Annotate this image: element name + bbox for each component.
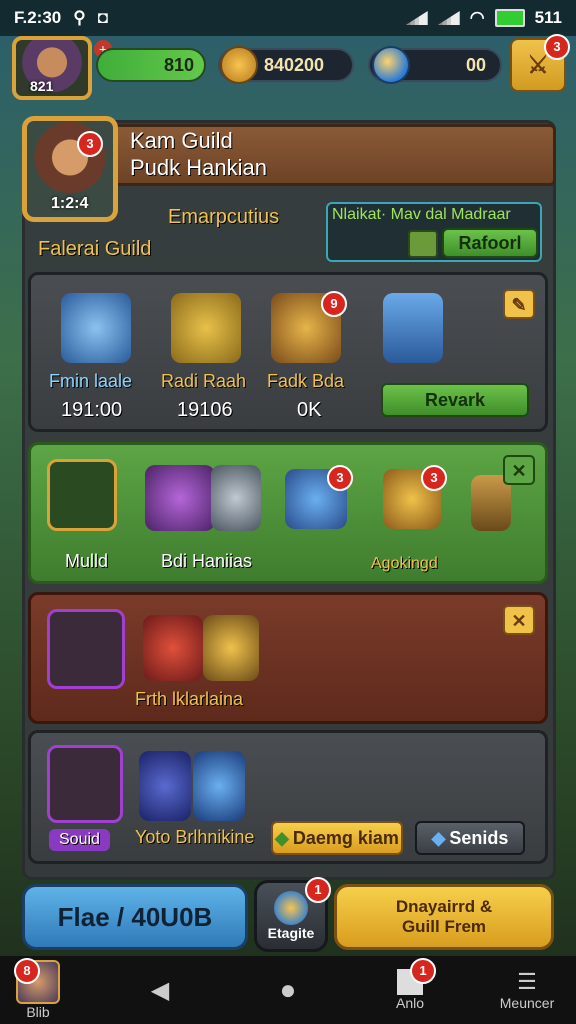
row4-send-button[interactable]: ◆ Senids xyxy=(415,821,525,855)
row2-right-label: Agokingd xyxy=(371,555,438,572)
sword-icon: ⚔ xyxy=(527,51,549,79)
status-bar: F.2:30 ⚲ ◘ ◠ 511 xyxy=(0,0,576,36)
nav-profile[interactable]: Blib 8 xyxy=(10,956,66,1024)
helmet-icon[interactable] xyxy=(47,745,123,823)
fire-flask-icon[interactable] xyxy=(143,615,203,681)
bell-icon[interactable] xyxy=(171,293,241,363)
coin-gold-icon xyxy=(274,891,308,925)
nav-profile-badge: 8 xyxy=(14,958,40,984)
gem-value: 00 xyxy=(465,54,486,75)
emblem-badge: 1 xyxy=(305,877,331,903)
status-time: F.2:30 xyxy=(14,8,62,27)
hp-bar: 810 xyxy=(96,48,206,82)
item2-value: 19106 xyxy=(177,399,233,421)
row3-close-button[interactable]: ✕ xyxy=(503,605,535,635)
battery-icon xyxy=(494,9,525,27)
gem-green-icon: ◆ xyxy=(275,827,289,848)
hp-value: 810 xyxy=(163,54,194,75)
item3-label: Fadk Bda xyxy=(267,371,345,391)
player-level: 821 xyxy=(30,78,54,94)
signal-icon xyxy=(405,11,428,25)
guild-friends-line2: Guill Frem xyxy=(401,917,487,936)
battery-label: 511 xyxy=(534,8,562,27)
signal-icon-2 xyxy=(437,11,460,25)
row2-mid-label: Bdi Haniias xyxy=(161,551,253,571)
row4-mid-label: Yoto Brlhnikine xyxy=(135,827,255,847)
row1-edit-button[interactable]: ✎ xyxy=(503,289,535,319)
hammer-icon[interactable]: 9 xyxy=(271,291,347,363)
row1-reward-button[interactable]: Revark xyxy=(381,383,529,417)
shield-badge: 3 xyxy=(327,465,353,491)
market-button[interactable]: Rafoorl xyxy=(442,228,538,258)
row4-left-label: Souid xyxy=(49,829,110,851)
hammer-badge: 9 xyxy=(321,291,347,317)
coin-value: 840200 xyxy=(264,54,325,75)
nav-apps[interactable]: Anlo 1 xyxy=(380,956,440,1024)
player-avatar[interactable]: 821 xyxy=(12,36,92,100)
row4-claim-label: Daemg kiam xyxy=(292,827,399,848)
guild-level: 1:2:4 xyxy=(51,195,89,212)
chest-badge: 3 xyxy=(421,465,447,491)
guild-friends-button[interactable]: Dnayairrd & Guill Frem xyxy=(334,884,554,950)
rewards-row-3: Frth lklarlaina ✕ xyxy=(28,592,548,724)
item1-label: Fmin laale xyxy=(49,371,133,391)
quest-button[interactable]: ⚔ 3 xyxy=(510,34,570,92)
row3-label: Frth lklarlaina xyxy=(135,689,244,709)
home-icon[interactable]: ● xyxy=(268,956,308,1024)
blue-flask-icon[interactable] xyxy=(139,751,191,821)
rewards-row-2: 3 3 Mulld Bdi Haniias Agokingd ✕ xyxy=(28,442,548,584)
guild-friends-line1: Dnayairrd & xyxy=(395,897,493,916)
nav-apps-badge: 1 xyxy=(410,958,436,984)
nav-profile-label: Blib xyxy=(26,1004,50,1020)
back-icon[interactable]: ◀ xyxy=(140,956,180,1024)
emblem-button[interactable]: Etagite 1 xyxy=(254,877,331,952)
map-icon[interactable] xyxy=(408,230,438,258)
rewards-row-1: 9 Fmin laale Radi Raah Fadk Bda 191:00 1… xyxy=(28,272,548,432)
guild-avatar-badge: 3 xyxy=(77,131,103,157)
item3-value: 0K xyxy=(297,399,322,421)
rewards-row-4: Souid Yoto Brlhnikine ◆ Daemg kiam ◆ Sen… xyxy=(28,730,548,864)
emblem-label: Emarpcutius xyxy=(168,206,280,228)
nav-apps-label: Anlo xyxy=(395,995,425,1011)
nav-menu[interactable]: ☰ Meuncer xyxy=(496,956,558,1024)
notification-icon: ◘ xyxy=(97,8,108,27)
key-icon[interactable] xyxy=(203,615,259,681)
item1-value: 191:00 xyxy=(61,399,123,421)
nav-bar: Blib 8 ◀ ● Anlo 1 ☰ Meuncer xyxy=(0,956,576,1024)
coin-icon xyxy=(220,46,258,84)
star-shield-icon[interactable]: 3 xyxy=(285,465,353,529)
row4-send-label: Senids xyxy=(449,827,509,848)
shield-icon[interactable] xyxy=(61,293,131,363)
search-icon: ⚲ xyxy=(73,8,86,27)
chest-icon[interactable]: 3 xyxy=(383,465,447,529)
wifi-icon: ◠ xyxy=(469,8,485,27)
row2-close-button[interactable]: ✕ xyxy=(503,455,535,485)
market-label: Nlaikat· Mav dal Madraar xyxy=(332,206,511,223)
guild-avatar[interactable]: 3 1:2:4 xyxy=(22,116,118,222)
nav-menu-label: Meuncer xyxy=(499,995,555,1011)
crate-icon[interactable] xyxy=(383,293,443,363)
mirror-icon[interactable] xyxy=(47,609,125,689)
guild-type: Falerai Guild xyxy=(38,238,152,260)
guild-title: Kam Guild xyxy=(130,128,233,153)
menu-icon: ☰ xyxy=(517,969,537,994)
dagger-icon[interactable] xyxy=(211,465,261,531)
dagger-blue-icon[interactable] xyxy=(193,751,245,821)
item2-label: Radi Raah xyxy=(161,371,247,391)
quest-badge: 3 xyxy=(544,34,570,60)
emblem-button-label: Etagite xyxy=(267,925,315,941)
row2-left-label: Mulld xyxy=(65,551,109,571)
guild-members-button[interactable]: Flae / 40U0B xyxy=(22,884,248,950)
guild-subtitle: Pudk Hankian xyxy=(130,155,267,180)
trophy-icon[interactable] xyxy=(47,459,117,531)
gem-icon xyxy=(372,46,410,84)
row4-claim-button[interactable]: ◆ Daemg kiam xyxy=(271,821,403,855)
potion-icon[interactable] xyxy=(145,465,215,531)
gem-blue-icon: ◆ xyxy=(431,827,446,848)
